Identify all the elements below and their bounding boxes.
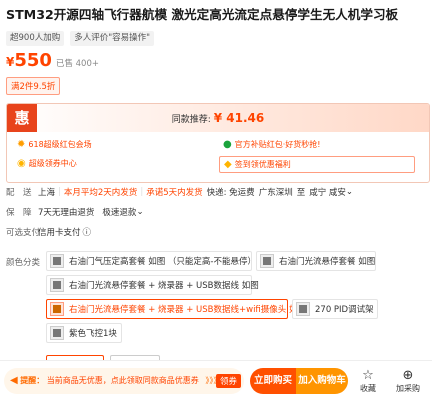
same-price-banner[interactable]: 同款推荐: ¥ 41.46 惠 xyxy=(7,104,429,132)
delivery-express: 快递: 免运费 xyxy=(206,188,255,198)
add-purchase-button[interactable]: ⊕ 加采购 xyxy=(390,369,426,394)
variant-option[interactable]: 紫色飞控1块 xyxy=(46,323,122,343)
delivery-from: 上海 xyxy=(38,188,56,198)
promo-item-subsidy[interactable]: ● 官方补贴红包·好货秒抢! xyxy=(223,139,320,151)
variant-thumbnail xyxy=(50,278,64,292)
sold-count: 已售 400+ xyxy=(55,59,99,69)
promo-item-618[interactable]: ✹ 618超级红包会场 xyxy=(17,139,92,151)
variant-label-row: 颜色分类 xyxy=(6,256,41,268)
hui-badge-icon: 惠 xyxy=(7,104,37,132)
variant-thumbnail xyxy=(50,302,64,316)
delivery-promise: 承诺5天内发货 xyxy=(146,188,203,198)
megaphone-icon: ◀ xyxy=(10,375,18,386)
promo-item-label: 618超级红包会场 xyxy=(28,140,92,149)
favorite-button[interactable]: ☆ 收藏 xyxy=(354,369,382,394)
tip-text: 当前商品无优惠，点此领取同款商品优惠券 xyxy=(46,376,199,385)
delivery-row: 配 送 上海 | 本月平均2天内发货 | 承诺5天内发货 快递: 免运费 广东深… xyxy=(6,186,354,198)
variant-option-selected[interactable]: 右油门光流悬停套餐 + 烧录器 + USB数据线+wifi摄像头 如图 xyxy=(46,299,306,319)
delivery-avg: 本月平均2天内发货 xyxy=(63,188,138,198)
coin-icon: ◉ xyxy=(17,158,26,169)
promo-item-coupon-center[interactable]: ◉ 超级领券中心 xyxy=(17,158,77,170)
variant-label: 颜色分类 xyxy=(6,258,41,268)
delivery-destination[interactable]: 咸宁 咸安 xyxy=(309,186,346,198)
star-icon: ☆ xyxy=(362,368,374,383)
product-tags: 超900人加购 多人评价"容易操作" xyxy=(6,31,155,46)
delivery-to: 至 xyxy=(296,188,306,198)
add-to-cart-button[interactable]: 加入购物车 xyxy=(296,368,348,394)
buy-now-button[interactable]: 立即购买 xyxy=(250,368,296,394)
variant-option[interactable]: 右油门光流悬停套餐 + 烧录器 + USB数据线 如图 xyxy=(46,275,259,295)
bottom-action-bar: ◀ 提醒： 当前商品无优惠，点此领取同款商品优惠券 》》》 领券 立即购买 加入… xyxy=(0,360,432,400)
variant-thumbnail xyxy=(50,254,64,268)
variant-option-label: 右油门气压定高套餐 如图 （只能定高-不能悬停） xyxy=(69,257,256,267)
price-currency: ¥ xyxy=(6,55,15,69)
promo-item-sign-in[interactable]: ◆ 签到领优惠福利 xyxy=(219,156,415,173)
payment-label: 可选支付 xyxy=(6,228,41,238)
promo-item-label: 签到领优惠福利 xyxy=(234,160,291,169)
variant-thumbnail xyxy=(296,302,310,316)
variant-option-label: 紫色飞控1块 xyxy=(69,329,117,339)
variant-option[interactable]: 右油门光流悬停套餐 如图 xyxy=(256,251,376,271)
variant-option-label: 270 PID调试架 xyxy=(315,305,374,315)
sign-in-icon: ◆ xyxy=(224,159,232,170)
delivery-route-from: 广东深圳 xyxy=(258,188,293,198)
guarantee-refund[interactable]: 极速退款 xyxy=(102,206,136,218)
promo-item-label: 超级领券中心 xyxy=(28,159,77,168)
info-icon[interactable]: ⓘ xyxy=(83,226,92,238)
same-price-label: 同款推荐: xyxy=(171,115,211,125)
promo-item-label: 官方补贴红包·好货秒抢! xyxy=(234,140,321,149)
delivery-label: 配 送 xyxy=(6,188,32,198)
chevron-down-icon[interactable]: ⌄ xyxy=(346,187,353,197)
variant-option[interactable]: 右油门气压定高套餐 如图 （只能定高-不能悬停） xyxy=(46,251,256,271)
variant-option[interactable]: 270 PID调试架 xyxy=(292,299,378,319)
variant-thumbnail xyxy=(50,326,64,340)
same-price-value: ¥ 41.46 xyxy=(213,111,265,125)
tip-lead: 提醒： xyxy=(20,376,45,385)
tag-review-summary[interactable]: 多人评价"容易操作" xyxy=(70,31,155,46)
guarantee-label: 保 障 xyxy=(6,208,32,218)
guarantee-return: 7天无理由退货 xyxy=(38,208,95,218)
coupon-tip[interactable]: ◀ 提醒： 当前商品无优惠，点此领取同款商品优惠券 》》》 xyxy=(4,368,244,394)
same-price-recommend: 同款推荐: ¥ 41.46 xyxy=(7,104,429,132)
chevron-down-icon[interactable]: ⌄ xyxy=(136,207,143,217)
sun-icon: ✹ xyxy=(17,139,26,150)
variant-option-label: 右油门光流悬停套餐 + 烧录器 + USB数据线 如图 xyxy=(69,281,259,291)
variant-thumbnail xyxy=(260,254,274,268)
get-coupon-button[interactable]: 领券 xyxy=(216,374,242,388)
variant-option-label: 右油门光流悬停套餐 如图 xyxy=(279,257,376,267)
cart-plus-icon: ⊕ xyxy=(402,368,414,383)
discount-coupon[interactable]: 满2件9.5折 xyxy=(6,77,61,95)
leaf-icon: ● xyxy=(223,139,232,150)
price-value: 550 xyxy=(14,50,52,71)
price-row: ¥ 550 已售 400+ xyxy=(6,50,99,71)
payment-row: 可选支付 信用卡支付 ⓘ xyxy=(6,226,91,238)
variant-option-label: 右油门光流悬停套餐 + 烧录器 + USB数据线+wifi摄像头 如图 xyxy=(69,305,306,315)
add-purchase-label: 加采购 xyxy=(396,384,420,393)
favorite-label: 收藏 xyxy=(360,384,376,393)
tag-add-cart-count: 超900人加购 xyxy=(6,31,65,46)
product-title: STM32开源四轴飞行器航模 激光定高光流定点悬停学生无人机学习板 xyxy=(6,7,399,22)
payment-value[interactable]: 信用卡支付 xyxy=(38,226,81,238)
guarantee-row: 保 障 7天无理由退货 极速退款 ⌄ xyxy=(6,206,144,218)
promo-panel: 同款推荐: ¥ 41.46 惠 ✹ 618超级红包会场 ● 官方补贴红包·好货秒… xyxy=(6,103,430,183)
